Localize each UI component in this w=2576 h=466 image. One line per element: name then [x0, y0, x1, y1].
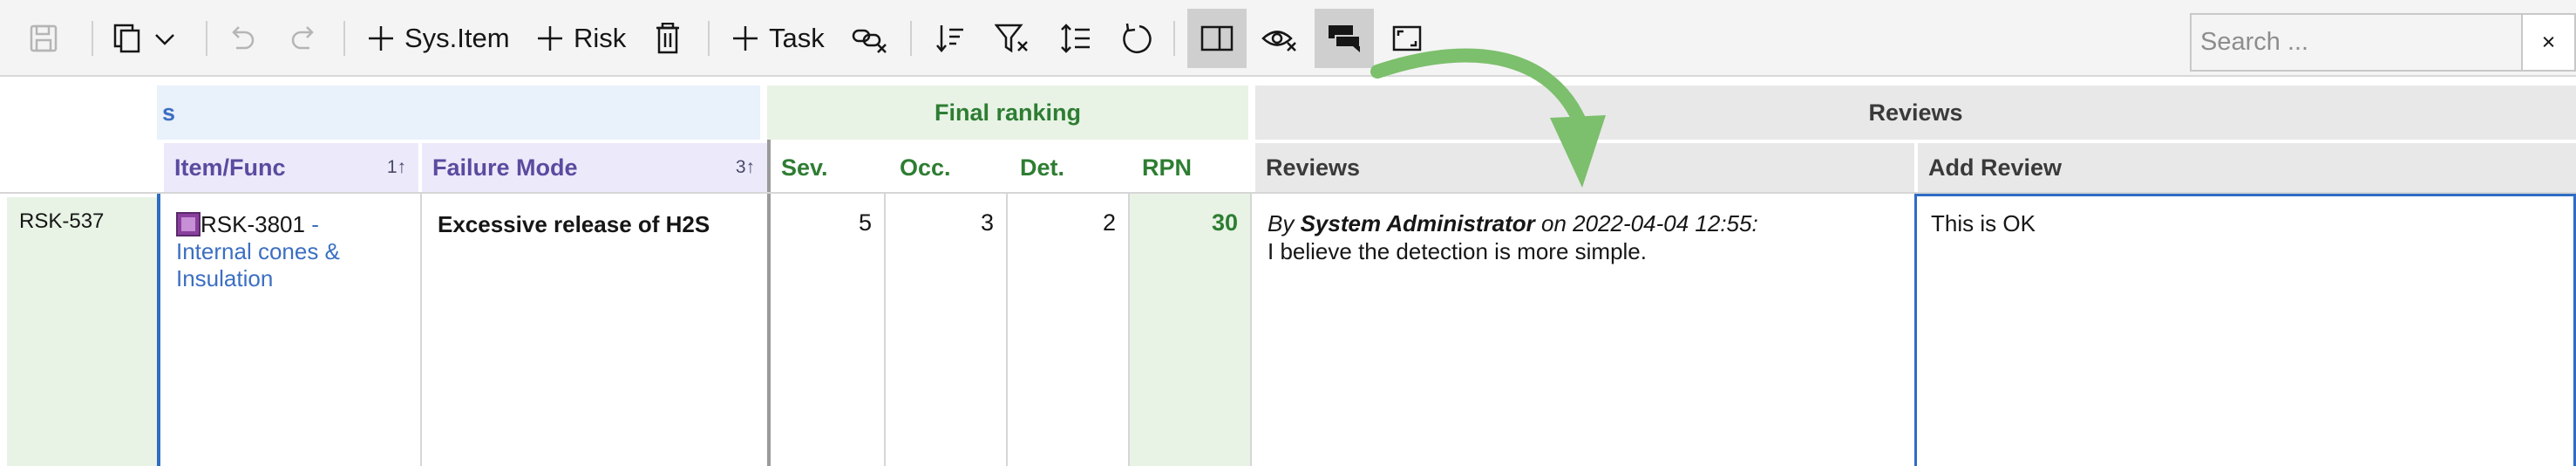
det-cell[interactable]: 2	[1008, 194, 1128, 466]
column-header-item-func-label: Item/Func	[174, 154, 286, 181]
row-id-cell[interactable]: RSK-537	[7, 197, 157, 466]
item-func-cell[interactable]: RSK-3801 - Internal cones & Insulation	[160, 194, 420, 466]
column-header-sev[interactable]: Sev.	[771, 143, 884, 192]
callout-arrow-icon	[1370, 48, 1606, 188]
failure-mode-cell[interactable]: Excessive release of H2S	[422, 194, 767, 466]
toolbar-separator	[343, 21, 345, 56]
item-separator: -	[304, 211, 319, 237]
sort-icon[interactable]	[933, 21, 968, 56]
group-header-final-ranking: Final ranking	[767, 86, 1248, 140]
toolbar-separator	[708, 21, 710, 56]
plus-icon	[733, 26, 758, 51]
column-header-rpn[interactable]: RPN	[1132, 143, 1248, 192]
app-root: Sys.Item Risk Task Search ... × s Final …	[0, 0, 2576, 466]
plus-icon	[369, 26, 393, 51]
add-review-editor[interactable]: This is OK	[1914, 194, 2576, 466]
toolbar: Sys.Item Risk Task Search ... ×	[0, 0, 2576, 77]
search-clear-button[interactable]: ×	[2521, 13, 2576, 72]
hide-icon[interactable]	[1261, 21, 1299, 56]
review-header: By System Administrator on 2022-04-04 12…	[1268, 209, 1904, 237]
add-sys-item-label: Sys.Item	[404, 23, 510, 53]
group-header-partial: s	[157, 86, 760, 140]
add-risk-label: Risk	[574, 23, 627, 53]
toolbar-separator	[206, 21, 207, 56]
filter-clear-icon[interactable]	[994, 21, 1030, 56]
sort-indicator: 1↑	[386, 157, 406, 177]
save-icon[interactable]	[26, 21, 61, 56]
column-header-failure-mode[interactable]: Failure Mode 3↑	[422, 143, 767, 192]
column-header-occ[interactable]: Occ.	[889, 143, 1004, 192]
row-id: RSK-537	[19, 209, 105, 233]
reviews-cell[interactable]: By System Administrator on 2022-04-04 12…	[1252, 194, 1914, 466]
failure-mode-text: Excessive release of H2S	[438, 211, 710, 237]
sys-item-icon	[176, 212, 201, 236]
trash-icon[interactable]	[652, 21, 683, 56]
add-task-button[interactable]: Task	[731, 19, 825, 58]
sev-cell[interactable]: 5	[771, 194, 884, 466]
add-sys-item-button[interactable]: Sys.Item	[366, 19, 510, 58]
occ-value: 3	[980, 209, 994, 236]
column-divider	[767, 140, 771, 192]
occ-cell[interactable]: 3	[886, 194, 1006, 466]
rpn-value: 30	[1211, 209, 1238, 236]
add-task-label: Task	[769, 23, 825, 53]
comments-icon[interactable]	[1315, 9, 1374, 68]
review-text: I believe the detection is more simple.	[1268, 238, 1647, 264]
item-name-link[interactable]: Internal cones & Insulation	[176, 238, 410, 292]
toolbar-separator	[1173, 21, 1175, 56]
copy-icon[interactable]	[110, 21, 145, 56]
unlink-icon[interactable]	[851, 21, 889, 56]
add-risk-button[interactable]: Risk	[535, 19, 626, 58]
det-value: 2	[1102, 209, 1116, 236]
redo-icon[interactable]	[288, 21, 323, 56]
column-header-add-review[interactable]: Add Review	[1918, 143, 2576, 192]
row-height-icon[interactable]	[1058, 21, 1093, 56]
toolbar-separator	[92, 21, 93, 56]
refresh-icon[interactable]	[1119, 21, 1154, 56]
add-review-text: This is OK	[1931, 210, 2036, 236]
review-date: on 2022-04-04 12:55:	[1541, 210, 1758, 236]
column-header-failure-mode-label: Failure Mode	[432, 154, 578, 181]
toolbar-separator	[910, 21, 912, 56]
chevron-down-icon[interactable]	[152, 26, 178, 52]
column-header-det[interactable]: Det.	[1009, 143, 1125, 192]
sev-value: 5	[858, 209, 872, 236]
item-id: RSK-3801	[201, 211, 305, 237]
split-view-icon[interactable]	[1187, 9, 1247, 68]
sort-indicator: 3↑	[735, 157, 755, 177]
column-header-item-func[interactable]: Item/Func 1↑	[164, 143, 418, 192]
review-author: System Administrator	[1300, 210, 1535, 236]
search-input[interactable]	[2190, 13, 2521, 72]
rpn-cell[interactable]: 30	[1130, 194, 1250, 466]
undo-icon[interactable]	[223, 21, 258, 56]
plus-icon	[538, 26, 562, 51]
review-by: By	[1268, 210, 1295, 236]
